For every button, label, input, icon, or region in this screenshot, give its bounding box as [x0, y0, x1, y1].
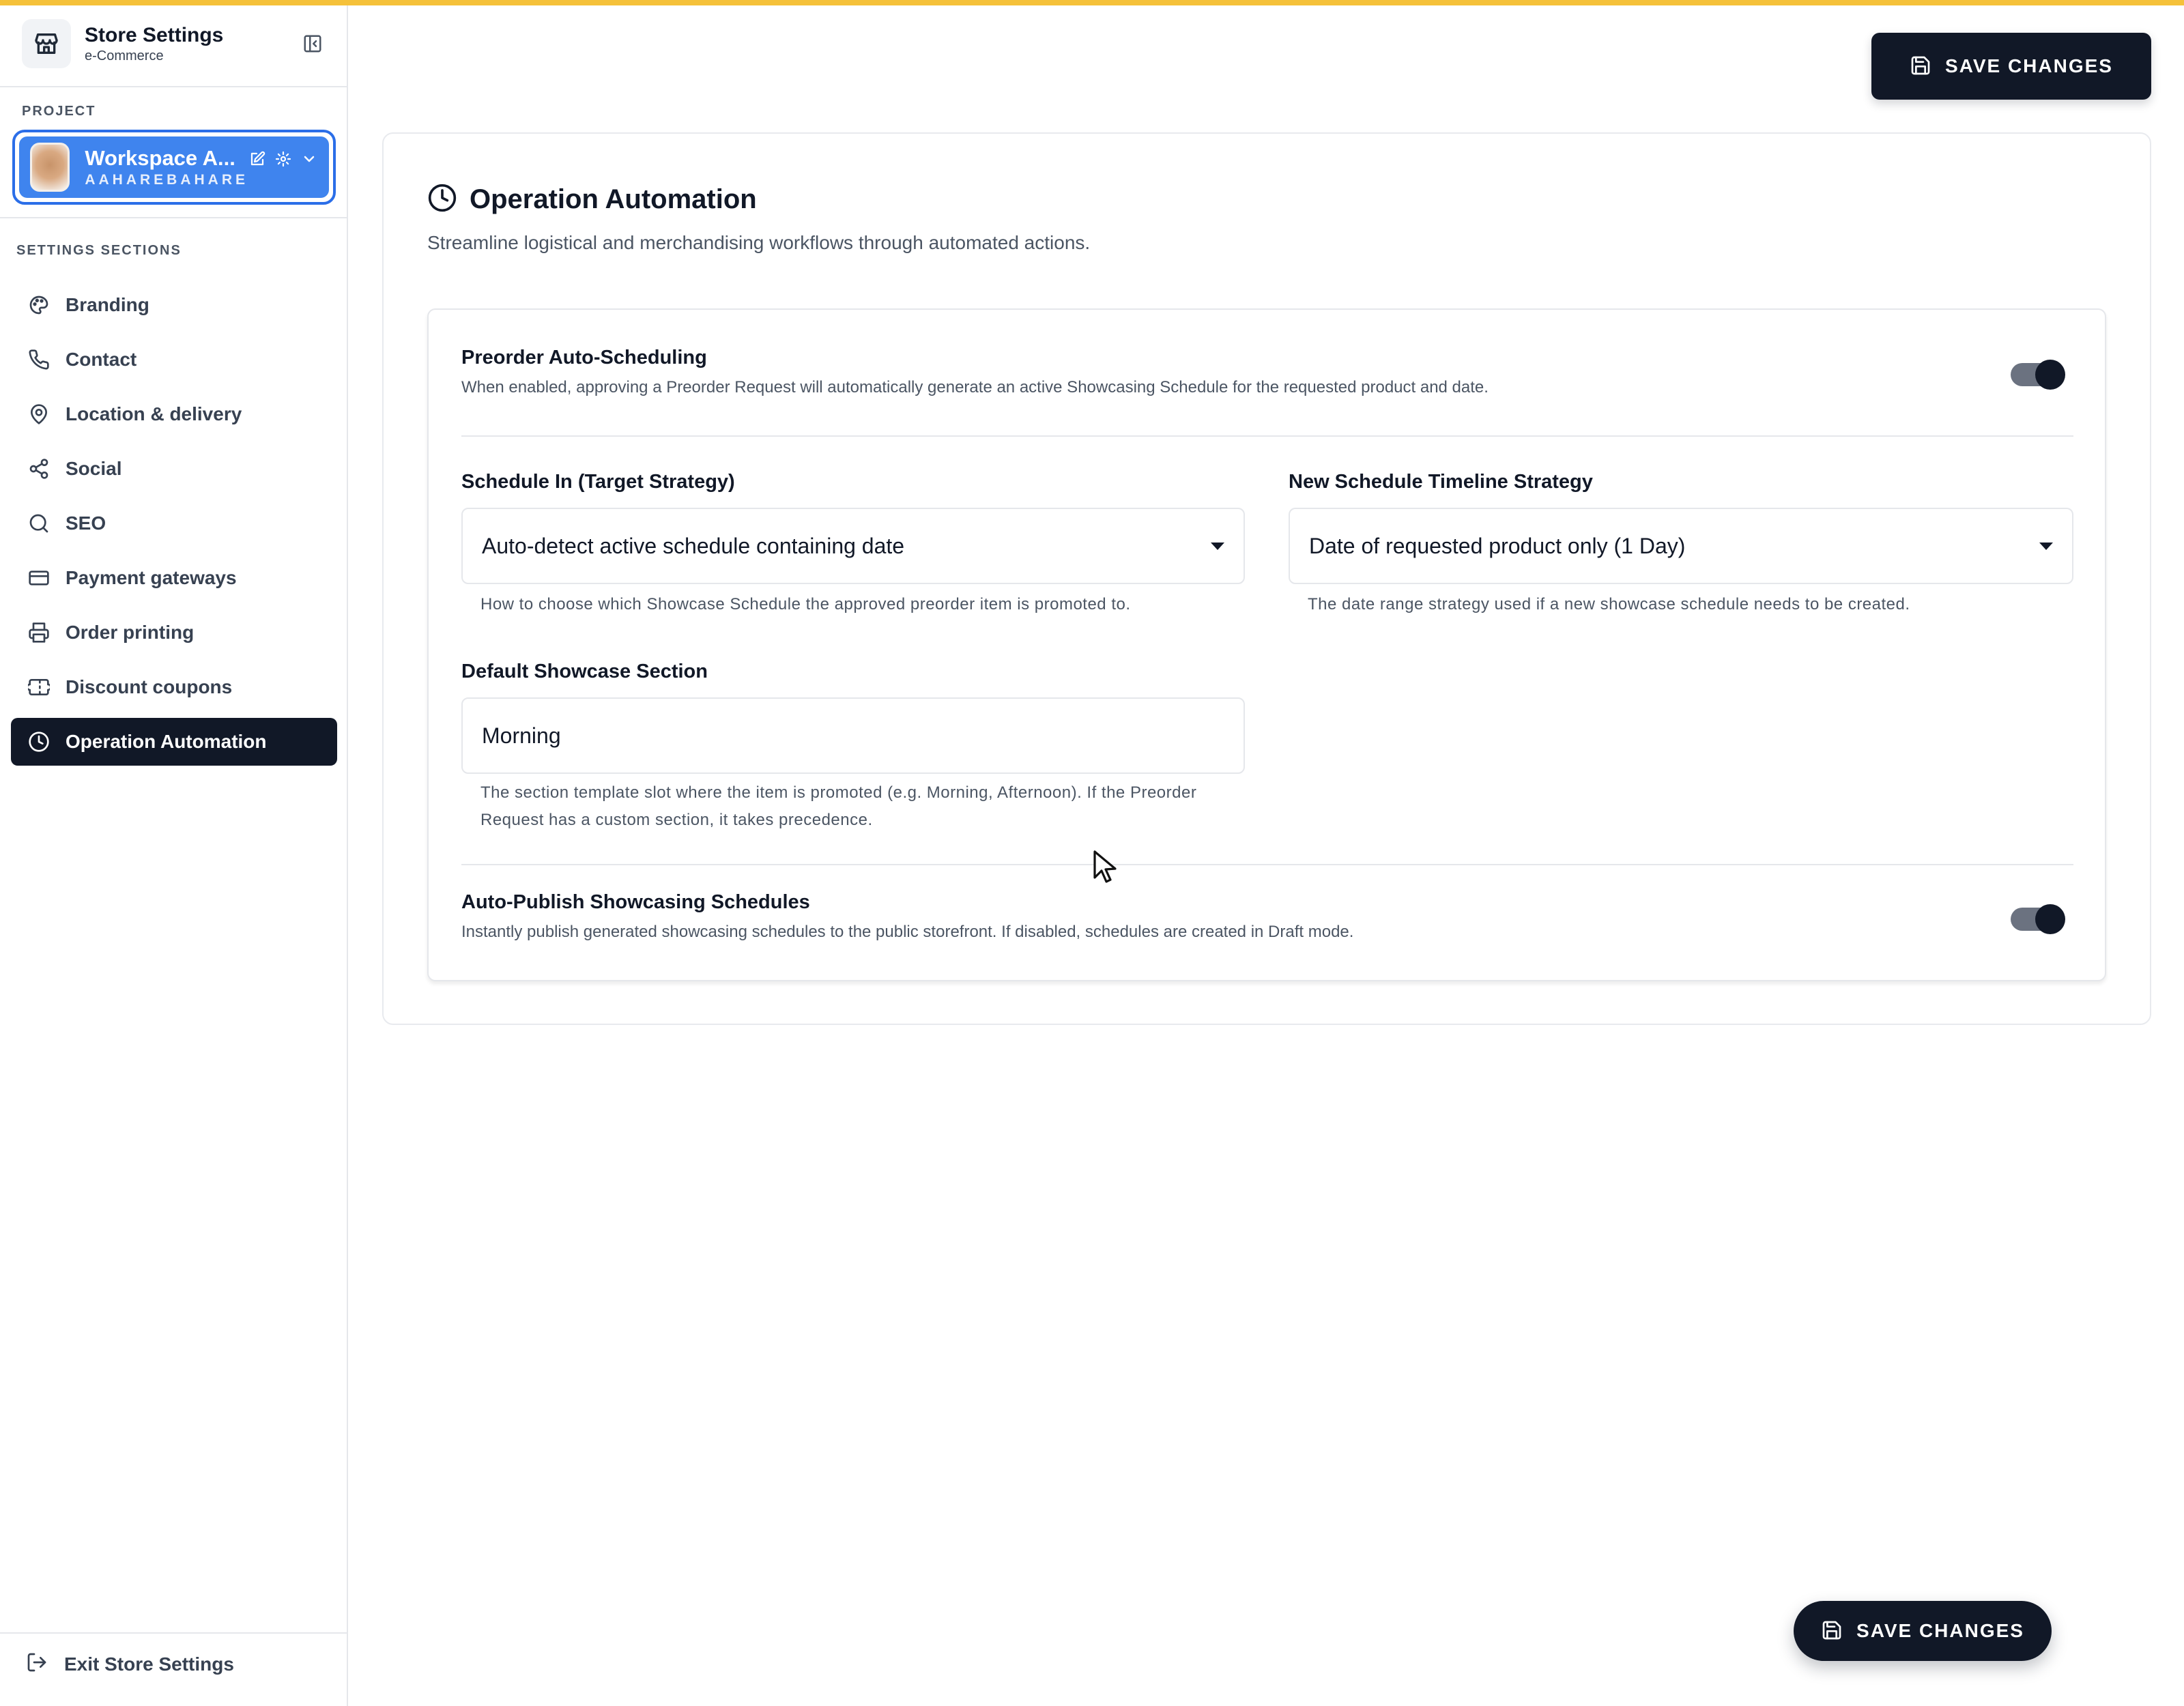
- sidebar-collapse-icon: [304, 35, 321, 53]
- credit-card-icon: [27, 566, 51, 590]
- clock-icon: [27, 730, 51, 753]
- clock-icon: [427, 183, 457, 216]
- exit-label: Exit Store Settings: [64, 1653, 234, 1675]
- section-value: Morning: [482, 723, 561, 748]
- autopublish-toggle[interactable]: [2011, 904, 2065, 934]
- sidebar-item-label: Social: [66, 458, 122, 479]
- timeline-value: Date of requested product only (1 Day): [1309, 533, 1686, 558]
- sidebar-item-contact[interactable]: Contact: [11, 336, 337, 384]
- save-label: SAVE CHANGES: [1856, 1620, 2024, 1641]
- section-help-line-1: The section template slot where the item…: [480, 783, 1197, 802]
- sidebar-item-branding[interactable]: Branding: [11, 281, 337, 329]
- sidebar-item-label: Order printing: [66, 622, 195, 643]
- sidebar: Store Settings e-Commerce PROJECT Worksp…: [0, 0, 348, 1706]
- collapse-sidebar-button[interactable]: [299, 30, 326, 57]
- save-label: SAVE CHANGES: [1945, 55, 2113, 76]
- preorder-description: When enabled, approving a Preorder Reque…: [461, 378, 1489, 396]
- printer-icon: [27, 621, 51, 644]
- ticket-icon: [27, 676, 51, 699]
- divider: [461, 864, 2073, 865]
- sidebar-item-discount-coupons[interactable]: Discount coupons: [11, 663, 337, 711]
- caret-down-icon: [1211, 542, 1224, 550]
- share-icon: [27, 457, 51, 480]
- preorder-toggle[interactable]: [2011, 360, 2065, 390]
- page-description: Streamline logistical and merchandising …: [427, 232, 1091, 253]
- save-icon: [1821, 1619, 1843, 1643]
- settings-nav: Branding Contact Location & delivery Soc…: [11, 281, 337, 772]
- save-changes-button[interactable]: SAVE CHANGES: [1871, 33, 2151, 100]
- store-brand: Store Settings e-Commerce: [22, 19, 326, 68]
- mouse-cursor-icon: [1092, 849, 1119, 888]
- sidebar-item-location-delivery[interactable]: Location & delivery: [11, 390, 337, 438]
- schedule-in-value: Auto-detect active schedule containing d…: [482, 533, 905, 558]
- section-input[interactable]: Morning: [461, 697, 1245, 774]
- save-icon: [1910, 55, 1931, 78]
- sidebar-item-social[interactable]: Social: [11, 445, 337, 493]
- logout-icon: [26, 1651, 48, 1677]
- toggle-knob: [2035, 904, 2065, 934]
- timeline-label: New Schedule Timeline Strategy: [1289, 471, 1593, 493]
- autopublish-title: Auto-Publish Showcasing Schedules: [461, 891, 810, 913]
- automation-settings-card: Preorder Auto-Scheduling When enabled, a…: [427, 308, 2106, 981]
- divider: [0, 1632, 348, 1634]
- sidebar-item-label: Discount coupons: [66, 676, 233, 697]
- search-icon: [27, 512, 51, 535]
- section-label: Default Showcase Section: [461, 661, 708, 682]
- sidebar-item-label: Contact: [66, 349, 137, 370]
- exit-store-settings-link[interactable]: Exit Store Settings: [26, 1651, 234, 1677]
- sidebar-item-label: Location & delivery: [66, 403, 242, 424]
- project-name: Workspace A...: [85, 146, 235, 170]
- store-icon: [22, 19, 71, 68]
- project-slug: AAHAREBAHARE: [85, 172, 248, 188]
- settings-sections-label: SETTINGS SECTIONS: [16, 243, 182, 258]
- schedule-in-label: Schedule In (Target Strategy): [461, 471, 735, 493]
- floating-save-changes-button[interactable]: SAVE CHANGES: [1794, 1601, 2052, 1661]
- map-pin-icon: [27, 403, 51, 426]
- sidebar-item-label: Branding: [66, 294, 149, 315]
- divider: [0, 86, 348, 87]
- schedule-in-help: How to choose which Showcase Schedule th…: [480, 595, 1131, 613]
- divider: [461, 435, 2073, 437]
- section-help-line-2: Request has a custom section, it takes p…: [480, 811, 873, 829]
- caret-down-icon: [2039, 542, 2053, 550]
- project-switcher[interactable]: Workspace A... AAHAREBAHARE: [12, 130, 336, 205]
- schedule-in-select[interactable]: Auto-detect active schedule containing d…: [461, 508, 1245, 584]
- timeline-select[interactable]: Date of requested product only (1 Day): [1289, 508, 2073, 584]
- timeline-help: The date range strategy used if a new sh…: [1308, 595, 1910, 613]
- sidebar-item-label: Operation Automation: [66, 731, 267, 752]
- top-accent-bar: [0, 0, 2184, 5]
- gear-icon[interactable]: [274, 150, 292, 168]
- autopublish-description: Instantly publish generated showcasing s…: [461, 923, 1354, 941]
- project-label: PROJECT: [22, 104, 96, 119]
- sidebar-item-operation-automation[interactable]: Operation Automation: [11, 718, 337, 766]
- phone-icon: [27, 348, 51, 371]
- brand-subtitle: e-Commerce: [85, 48, 164, 63]
- toggle-knob: [2035, 360, 2065, 390]
- edit-icon[interactable]: [248, 150, 266, 168]
- sidebar-item-payment-gateways[interactable]: Payment gateways: [11, 554, 337, 602]
- sidebar-item-label: Payment gateways: [66, 567, 237, 588]
- sidebar-item-seo[interactable]: SEO: [11, 500, 337, 547]
- brand-title: Store Settings: [85, 24, 224, 46]
- sidebar-item-label: SEO: [66, 512, 106, 534]
- divider: [0, 217, 348, 218]
- sidebar-item-order-printing[interactable]: Order printing: [11, 609, 337, 656]
- chevron-down-icon[interactable]: [300, 150, 318, 168]
- page-title: Operation Automation: [470, 184, 757, 214]
- palette-icon: [27, 293, 51, 317]
- preorder-title: Preorder Auto-Scheduling: [461, 347, 707, 368]
- project-avatar: [30, 143, 70, 192]
